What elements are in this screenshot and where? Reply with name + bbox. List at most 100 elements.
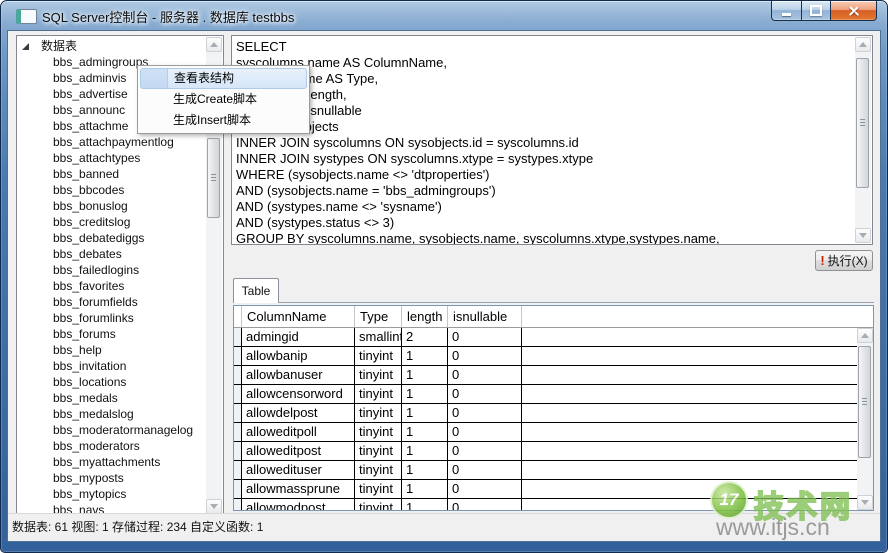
row-selector[interactable] bbox=[234, 385, 242, 403]
execute-button[interactable]: ! 执行(X) bbox=[815, 250, 873, 271]
grid-cell: 0 bbox=[448, 442, 522, 460]
menu-item[interactable]: 生成Create脚本 bbox=[140, 89, 307, 110]
table-row[interactable]: allowmodposttinyint10 bbox=[234, 499, 857, 510]
grid-cell-empty bbox=[522, 423, 857, 441]
row-selector[interactable] bbox=[234, 404, 242, 422]
row-selector[interactable] bbox=[234, 480, 242, 498]
status-text: 数据表: 61 视图: 1 存储过程: 234 自定义函数: 1 bbox=[12, 520, 263, 534]
tree-expander-icon[interactable] bbox=[22, 43, 29, 50]
title-bar[interactable]: SQL Server控制台 - 服务器 . 数据库 testbbs bbox=[1, 1, 887, 30]
tree-item[interactable]: bbs_medalslog bbox=[17, 406, 206, 422]
grid-cell: 0 bbox=[448, 423, 522, 441]
tree-item[interactable]: bbs_myattachments bbox=[17, 454, 206, 470]
tree-item[interactable]: bbs_bbcodes bbox=[17, 182, 206, 198]
arrow-down-icon bbox=[210, 504, 218, 509]
grid-cell: alloweditpost bbox=[242, 442, 355, 460]
tree-item[interactable]: bbs_myposts bbox=[17, 470, 206, 486]
arrow-up-icon bbox=[861, 333, 869, 338]
tree-item[interactable]: bbs_bonuslog bbox=[17, 198, 206, 214]
sql-scrollbar[interactable] bbox=[855, 37, 871, 243]
tree-item[interactable]: bbs_forumlinks bbox=[17, 310, 206, 326]
table-row[interactable]: admingidsmallint20 bbox=[234, 328, 857, 347]
grid-cell-empty bbox=[522, 366, 857, 384]
scroll-up-button[interactable] bbox=[857, 328, 873, 343]
table-row[interactable]: alloweditusertinyint10 bbox=[234, 461, 857, 480]
grid-column-header[interactable]: Type bbox=[355, 306, 402, 327]
maximize-icon bbox=[810, 5, 822, 16]
row-selector[interactable] bbox=[234, 499, 242, 510]
tree-item[interactable]: bbs_locations bbox=[17, 374, 206, 390]
scrollbar-thumb[interactable] bbox=[856, 58, 869, 188]
tree-item[interactable]: bbs_attachpaymentlog bbox=[17, 134, 206, 150]
table-row[interactable]: allowbanusertinyint10 bbox=[234, 366, 857, 385]
tree-item[interactable]: bbs_attachtypes bbox=[17, 150, 206, 166]
scroll-up-button[interactable] bbox=[206, 37, 222, 52]
grid-cell: alloweditpoll bbox=[242, 423, 355, 441]
tree-item[interactable]: bbs_creditslog bbox=[17, 214, 206, 230]
arrow-up-icon bbox=[859, 42, 867, 47]
tab-table[interactable]: Table bbox=[233, 278, 279, 303]
grid-cell: 1 bbox=[402, 404, 448, 422]
table-row[interactable]: allowdelposttinyint10 bbox=[234, 404, 857, 423]
grid-cell: 1 bbox=[402, 499, 448, 510]
row-selector[interactable] bbox=[234, 366, 242, 384]
scroll-down-button[interactable] bbox=[855, 228, 871, 243]
tree-item[interactable]: bbs_help bbox=[17, 342, 206, 358]
grid-cell: 0 bbox=[448, 347, 522, 365]
arrow-up-icon bbox=[210, 42, 218, 47]
grid-column-header[interactable]: isnullable bbox=[448, 306, 522, 327]
row-selector[interactable] bbox=[234, 347, 242, 365]
scrollbar-thumb[interactable] bbox=[858, 346, 871, 458]
result-grid: ColumnNameTypelengthisnullable admingids… bbox=[233, 305, 874, 511]
table-row[interactable]: alloweditposttinyint10 bbox=[234, 442, 857, 461]
grid-column-header[interactable]: length bbox=[402, 306, 448, 327]
tree-item[interactable]: bbs_debatediggs bbox=[17, 230, 206, 246]
tree-root[interactable]: 数据表 bbox=[17, 38, 77, 54]
maximize-button[interactable] bbox=[802, 1, 830, 21]
grid-cell: smallint bbox=[355, 328, 402, 346]
grid-column-header[interactable]: ColumnName bbox=[242, 306, 355, 327]
minimize-icon bbox=[782, 13, 791, 16]
grid-cell: 1 bbox=[402, 480, 448, 498]
table-row[interactable]: alloweditpolltinyint10 bbox=[234, 423, 857, 442]
tabstrip-line bbox=[233, 302, 874, 303]
grid-cell: allowmassprune bbox=[242, 480, 355, 498]
table-row[interactable]: allowmassprunetinyint10 bbox=[234, 480, 857, 499]
scroll-down-button[interactable] bbox=[857, 495, 873, 510]
table-row[interactable]: allowcensorwordtinyint10 bbox=[234, 385, 857, 404]
row-selector[interactable] bbox=[234, 461, 242, 479]
table-row[interactable]: allowbaniptinyint10 bbox=[234, 347, 857, 366]
tree-item[interactable]: bbs_banned bbox=[17, 166, 206, 182]
menu-item[interactable]: 生成Insert脚本 bbox=[140, 110, 307, 131]
tree-item[interactable]: bbs_moderators bbox=[17, 438, 206, 454]
grid-cell-empty bbox=[522, 385, 857, 403]
grid-cell: tinyint bbox=[355, 347, 402, 365]
menu-item[interactable]: 查看表结构 bbox=[140, 68, 307, 89]
tree-item[interactable]: bbs_invitation bbox=[17, 358, 206, 374]
grid-cell: allowcensorword bbox=[242, 385, 355, 403]
row-selector[interactable] bbox=[234, 328, 242, 346]
grid-cell: allowbanip bbox=[242, 347, 355, 365]
grid-cell: allowbanuser bbox=[242, 366, 355, 384]
scrollbar-thumb[interactable] bbox=[207, 138, 220, 218]
tree-item[interactable]: bbs_forums bbox=[17, 326, 206, 342]
tree-item[interactable]: bbs_failedlogins bbox=[17, 262, 206, 278]
grid-scrollbar[interactable] bbox=[857, 328, 873, 510]
row-selector[interactable] bbox=[234, 423, 242, 441]
row-selector[interactable] bbox=[234, 442, 242, 460]
minimize-button[interactable] bbox=[771, 1, 802, 21]
scroll-up-button[interactable] bbox=[855, 37, 871, 52]
tree-item[interactable]: bbs_medals bbox=[17, 390, 206, 406]
close-icon bbox=[848, 5, 860, 17]
tree-item[interactable]: bbs_forumfields bbox=[17, 294, 206, 310]
grid-cell: 1 bbox=[402, 385, 448, 403]
grid-cell: 0 bbox=[448, 328, 522, 346]
scroll-down-button[interactable] bbox=[206, 499, 222, 514]
close-button[interactable] bbox=[830, 1, 877, 21]
grid-cell: tinyint bbox=[355, 499, 402, 510]
tree-item[interactable]: bbs_debates bbox=[17, 246, 206, 262]
grid-cell: 0 bbox=[448, 366, 522, 384]
tree-item[interactable]: bbs_moderatormanagelog bbox=[17, 422, 206, 438]
tree-item[interactable]: bbs_mytopics bbox=[17, 486, 206, 502]
tree-item[interactable]: bbs_favorites bbox=[17, 278, 206, 294]
